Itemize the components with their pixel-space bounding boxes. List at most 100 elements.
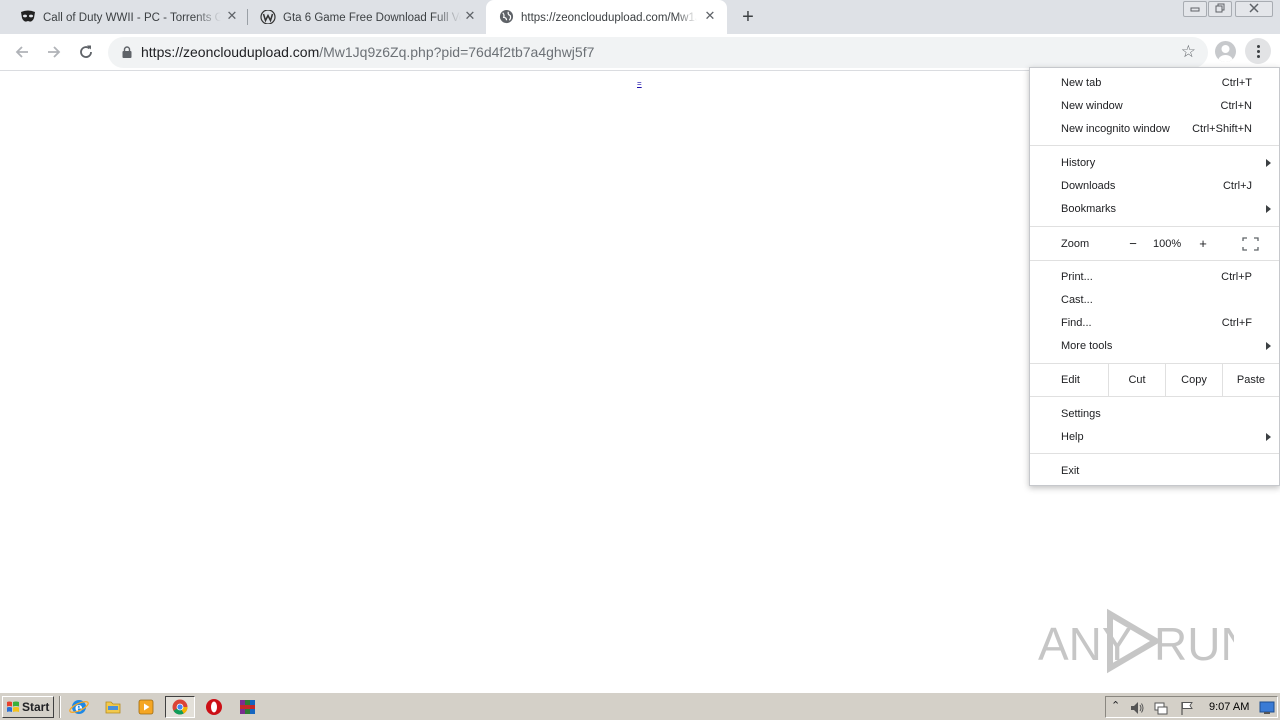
menu-item-more-tools[interactable]: More tools xyxy=(1030,335,1279,358)
new-tab-button[interactable]: + xyxy=(738,7,758,27)
menu-item-new-window[interactable]: New window Ctrl+N xyxy=(1030,95,1279,118)
avatar-icon xyxy=(1218,45,1233,62)
menu-item-shortcut: Ctrl+P xyxy=(1221,271,1252,283)
globe-icon xyxy=(499,9,514,24)
menu-item-label: More tools xyxy=(1061,340,1113,352)
submenu-arrow-icon xyxy=(1266,159,1271,167)
menu-edit-row: Edit Cut Copy Paste xyxy=(1030,364,1279,396)
fullscreen-icon[interactable] xyxy=(1242,237,1259,251)
menu-item-print[interactable]: Print... Ctrl+P xyxy=(1030,266,1279,289)
tab-title: Call of Duty WWII - PC - Torrents Games xyxy=(43,12,221,24)
restore-icon xyxy=(1215,3,1225,13)
tab-title: Gta 6 Game Free Download Full Version xyxy=(283,12,461,24)
minimize-button[interactable] xyxy=(1183,1,1207,17)
menu-item-label: Help xyxy=(1061,431,1084,443)
forward-arrow-icon xyxy=(48,46,61,58)
menu-item-new-tab[interactable]: New tab Ctrl+T xyxy=(1030,72,1279,95)
lock-icon[interactable] xyxy=(122,46,132,58)
reload-icon xyxy=(80,45,92,58)
address-bar[interactable]: https://zeoncloudupload.com/Mw1Jq9z6Zq.p… xyxy=(108,37,1208,68)
url-text[interactable]: https://zeoncloudupload.com/Mw1Jq9z6Zq.p… xyxy=(141,44,594,61)
tray-expand-icon[interactable]: ⌃ xyxy=(1111,700,1120,713)
menu-separator xyxy=(1030,145,1279,146)
menu-item-bookmarks[interactable]: Bookmarks xyxy=(1030,198,1279,221)
copy-label: Copy xyxy=(1181,374,1207,386)
zoom-label: Zoom xyxy=(1061,238,1090,250)
url-path: /Mw1Jq9z6Zq.php?pid=76d4f2tb7a4ghwj5f7 xyxy=(319,44,595,60)
network-icon[interactable] xyxy=(1153,700,1169,716)
url-host: https://zeoncloudupload.com xyxy=(141,44,320,60)
menu-item-label: Settings xyxy=(1061,408,1101,420)
close-icon[interactable]: ✕ xyxy=(702,8,718,24)
taskbar-divider xyxy=(59,696,61,718)
zoom-in-button[interactable]: + xyxy=(1197,236,1209,251)
zoom-out-button[interactable]: − xyxy=(1127,236,1139,251)
dot xyxy=(1256,44,1260,48)
clock[interactable]: 9:07 AM xyxy=(1209,701,1249,714)
menu-zoom-row: Zoom − 100% + xyxy=(1030,228,1279,260)
tab-strip: Call of Duty WWII - PC - Torrents Games … xyxy=(0,0,1280,34)
dot xyxy=(1256,49,1260,53)
tab-gta6[interactable]: Gta 6 Game Free Download Full Version ✕ xyxy=(240,0,488,34)
menu-separator xyxy=(1030,260,1279,261)
show-desktop-icon[interactable] xyxy=(1259,701,1275,715)
tab-call-of-duty[interactable]: Call of Duty WWII - PC - Torrents Games … xyxy=(0,0,248,34)
minimize-icon xyxy=(1190,7,1200,12)
start-label: Start xyxy=(22,700,50,714)
menu-item-history[interactable]: History xyxy=(1030,152,1279,175)
back-button[interactable] xyxy=(10,41,34,63)
tab-zeoncloudupload[interactable]: https://zeoncloudupload.com/Mw1Jq9z6Zq.p… xyxy=(486,0,727,34)
menu-item-label: Find... xyxy=(1061,317,1092,329)
start-button[interactable]: Start xyxy=(2,696,54,718)
restore-button[interactable] xyxy=(1208,1,1232,17)
menu-separator xyxy=(1030,226,1279,227)
chrome-menu: New tab Ctrl+T New window Ctrl+N New inc… xyxy=(1029,67,1280,486)
page-link[interactable]: = xyxy=(637,80,643,88)
copy-button[interactable]: Copy xyxy=(1165,364,1222,396)
menu-item-label: Bookmarks xyxy=(1061,203,1117,215)
profile-avatar-button[interactable] xyxy=(1215,41,1236,62)
anyrun-watermark-logo: ANY RUN xyxy=(1038,608,1234,674)
menu-item-shortcut: Ctrl+Shift+N xyxy=(1192,123,1252,135)
menu-button[interactable] xyxy=(1245,38,1271,64)
menu-item-label: New incognito window xyxy=(1061,123,1170,135)
menu-item-shortcut: Ctrl+F xyxy=(1221,317,1252,329)
menu-item-find[interactable]: Find... Ctrl+F xyxy=(1030,312,1279,335)
browser-toolbar: https://zeoncloudupload.com/Mw1Jq9z6Zq.p… xyxy=(0,34,1280,71)
paste-button[interactable]: Paste xyxy=(1222,364,1279,396)
submenu-arrow-icon xyxy=(1266,433,1271,441)
cut-button[interactable]: Cut xyxy=(1108,364,1165,396)
ie-button[interactable]: e xyxy=(64,696,94,718)
menu-item-exit[interactable]: Exit xyxy=(1030,460,1279,483)
winrar-icon xyxy=(240,700,255,714)
close-window-button[interactable] xyxy=(1235,1,1273,17)
back-arrow-icon xyxy=(15,46,28,58)
edit-label: Edit xyxy=(1061,374,1080,386)
action-center-flag-icon[interactable] xyxy=(1179,700,1195,716)
winrar-button[interactable] xyxy=(233,696,263,718)
close-icon[interactable]: ✕ xyxy=(224,8,240,24)
submenu-arrow-icon xyxy=(1266,205,1271,213)
cut-label: Cut xyxy=(1128,374,1146,386)
system-tray: ⌃ 9:07 AM xyxy=(1105,696,1278,718)
menu-item-help[interactable]: Help xyxy=(1030,426,1279,449)
media-player-button[interactable] xyxy=(131,696,161,718)
explorer-button[interactable] xyxy=(98,696,128,718)
volume-icon[interactable] xyxy=(1129,700,1145,716)
ie-icon: e xyxy=(69,700,89,715)
close-icon xyxy=(1249,3,1259,13)
close-icon[interactable]: ✕ xyxy=(462,8,478,24)
opera-button[interactable] xyxy=(199,696,229,718)
bookmark-star-icon[interactable]: ☆ xyxy=(1181,43,1196,61)
forward-button[interactable] xyxy=(42,41,66,63)
menu-item-settings[interactable]: Settings xyxy=(1030,403,1279,426)
chrome-button[interactable] xyxy=(165,696,195,718)
tab-title: https://zeoncloudupload.com/Mw1Jq9z6Zq.p… xyxy=(521,12,697,24)
menu-item-downloads[interactable]: Downloads Ctrl+J xyxy=(1030,175,1279,198)
menu-item-label: Print... xyxy=(1061,271,1093,283)
menu-item-label: Exit xyxy=(1061,465,1080,477)
reload-button[interactable] xyxy=(74,41,98,63)
menu-item-cast[interactable]: Cast... xyxy=(1030,289,1279,312)
menu-item-new-incognito[interactable]: New incognito window Ctrl+Shift+N xyxy=(1030,118,1279,141)
watermark-text-right: RUN xyxy=(1154,618,1234,670)
